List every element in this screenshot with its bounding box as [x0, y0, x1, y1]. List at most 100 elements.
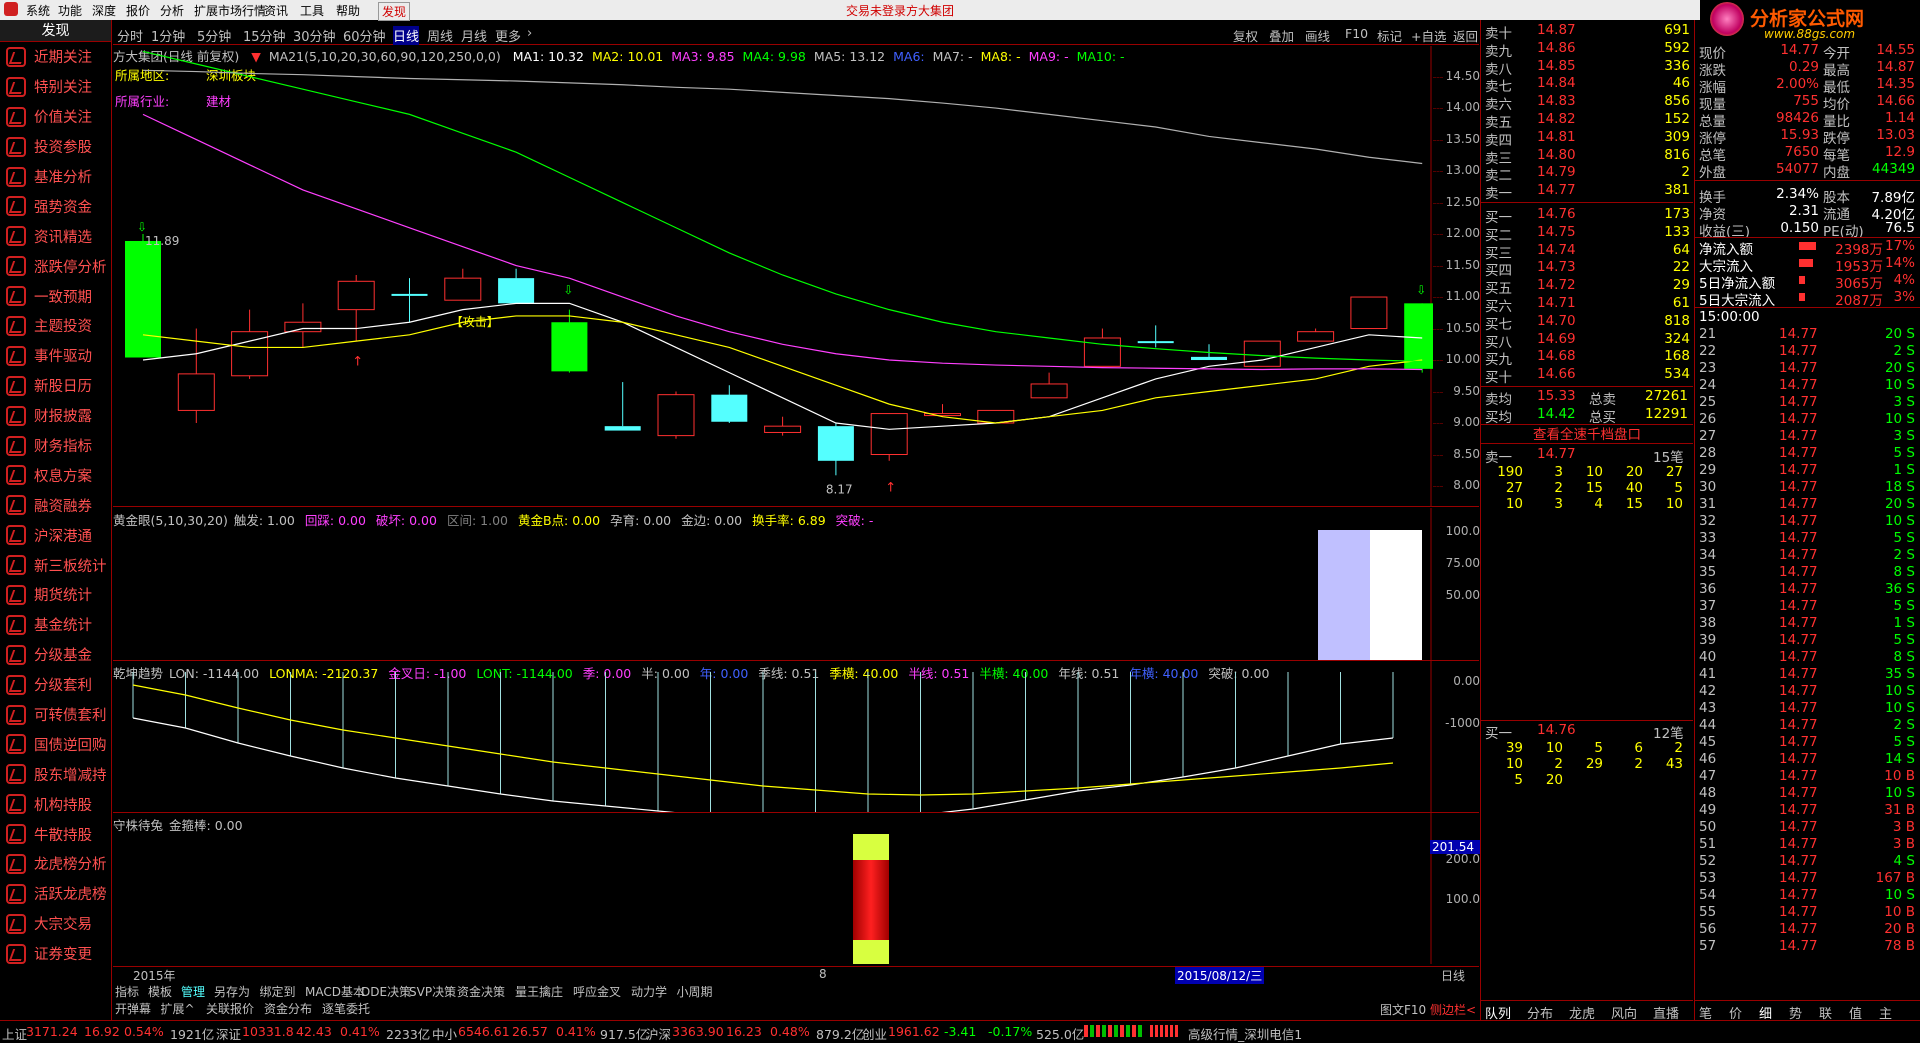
cy-index[interactable]: 1961.62	[888, 1024, 940, 1039]
period-60min[interactable]: 60分钟	[343, 26, 386, 45]
sidebar-item[interactable]: 牛散持股	[0, 819, 111, 849]
ask-row[interactable]: 卖六 14.83 856	[1485, 93, 1690, 113]
ask-row[interactable]: 卖七 14.84 46	[1485, 75, 1690, 95]
indicator-tab[interactable]: 模板	[148, 983, 172, 1000]
full-depth-button[interactable]: 查看全速千档盘口	[1481, 424, 1693, 444]
toolbar-restore-rights[interactable]: 复权	[1233, 26, 1258, 45]
bid-row[interactable]: 买十 14.66 534	[1485, 366, 1690, 386]
sidebar-item[interactable]: 证券变更	[0, 939, 111, 969]
sh-index[interactable]: 3171.24	[26, 1024, 78, 1039]
sidebar-item[interactable]: 新三板统计	[0, 550, 111, 580]
sidebar-item[interactable]: 权息方案	[0, 460, 111, 490]
extra-tab[interactable]: 资金分布	[264, 1000, 312, 1017]
zx-index[interactable]: 6546.61	[458, 1024, 510, 1039]
sidebar-item[interactable]: 分级基金	[0, 640, 111, 670]
period-monthly[interactable]: 月线	[461, 26, 487, 45]
toolbar-f10[interactable]: F10	[1345, 26, 1368, 41]
ask-row[interactable]: 卖五 14.82 152	[1485, 111, 1690, 131]
bid-row[interactable]: 买二 14.75 133	[1485, 224, 1690, 244]
indicator-tab[interactable]: 呼应金叉	[573, 983, 621, 1000]
sidebar-toggle-tab[interactable]: 侧边栏<	[1430, 1001, 1476, 1018]
ask-row[interactable]: 卖三 14.80 816	[1485, 147, 1690, 167]
extra-tab[interactable]: 逐笔委托	[322, 1000, 370, 1017]
menu-function[interactable]: 功能	[58, 2, 82, 19]
menu-ext-market[interactable]: 扩展市场行情	[194, 2, 266, 19]
sidebar-item[interactable]: 财报披露	[0, 401, 111, 431]
sidebar-item[interactable]: 强势资金	[0, 191, 111, 221]
server-name[interactable]: 高级行情_深圳电信1	[1188, 1024, 1302, 1043]
sidebar-item[interactable]: 主题投资	[0, 311, 111, 341]
chevron-right-icon[interactable]: ›	[527, 26, 532, 41]
sidebar-item[interactable]: 股东增减持	[0, 759, 111, 789]
sidebar-item[interactable]: 机构持股	[0, 789, 111, 819]
ask-row[interactable]: 卖四 14.81 309	[1485, 129, 1690, 149]
sidebar-item[interactable]: 一致预期	[0, 281, 111, 311]
indicator-tab[interactable]: 小周期	[677, 983, 713, 1000]
ask-row[interactable]: 卖九 14.86 592	[1485, 40, 1690, 60]
bid-row[interactable]: 买六 14.71 61	[1485, 295, 1690, 315]
sz-index[interactable]: 10331.8	[242, 1024, 294, 1039]
menu-depth[interactable]: 深度	[92, 2, 116, 19]
menu-system[interactable]: 系统	[26, 2, 50, 19]
menu-discover[interactable]: 发现	[378, 2, 411, 21]
ind3-chart[interactable]	[113, 812, 1433, 964]
ind1-chart[interactable]	[113, 508, 1433, 660]
sidebar-item[interactable]: 新股日历	[0, 371, 111, 401]
indicator-tab[interactable]: 量王擒庄	[515, 983, 563, 1000]
sidebar-item[interactable]: 融资融券	[0, 490, 111, 520]
period-tick[interactable]: 分时	[117, 26, 143, 45]
sidebar-item[interactable]: 期货统计	[0, 580, 111, 610]
menu-quote[interactable]: 报价	[126, 2, 150, 19]
menu-news[interactable]: 资讯	[264, 2, 288, 19]
sidebar-item[interactable]: 沪深港通	[0, 520, 111, 550]
bid-row[interactable]: 买五 14.72 29	[1485, 277, 1690, 297]
sidebar-item[interactable]: 国债逆回购	[0, 729, 111, 759]
sidebar-item[interactable]: 活跃龙虎榜	[0, 879, 111, 909]
indicator-tab[interactable]: MACD基本	[305, 983, 365, 1000]
sidebar-item[interactable]: 涨跌停分析	[0, 251, 111, 281]
menu-help[interactable]: 帮助	[336, 2, 360, 19]
toolbar-mark[interactable]: 标记	[1377, 26, 1402, 45]
sidebar-item[interactable]: 分级套利	[0, 670, 111, 700]
indicator-tab[interactable]: 绑定到	[260, 983, 296, 1000]
sidebar-item[interactable]: 事件驱动	[0, 341, 111, 371]
extra-tab[interactable]: 扩展^	[161, 1000, 195, 1017]
indicator-tab[interactable]: 管理	[181, 983, 205, 1000]
period-daily[interactable]: 日线	[393, 26, 420, 45]
sidebar-item[interactable]: 资讯精选	[0, 221, 111, 251]
period-weekly[interactable]: 周线	[427, 26, 453, 45]
bid-row[interactable]: 买七 14.70 818	[1485, 313, 1690, 333]
extra-tab[interactable]: 关联报价	[206, 1000, 254, 1017]
indicator-tab[interactable]: 动力学	[631, 983, 667, 1000]
sidebar-item[interactable]: 龙虎榜分析	[0, 849, 111, 879]
period-more[interactable]: 更多	[495, 26, 521, 45]
toolbar-overlay[interactable]: 叠加	[1269, 26, 1294, 45]
indicator-tab[interactable]: SVP决策	[409, 983, 456, 1000]
indicator-tab[interactable]: 指标	[115, 983, 139, 1000]
bid-row[interactable]: 买三 14.74 64	[1485, 242, 1690, 262]
sidebar-item[interactable]: 特别关注	[0, 72, 111, 102]
bid-row[interactable]: 买一 14.76 173	[1485, 206, 1690, 226]
bid-row[interactable]: 买九 14.68 168	[1485, 348, 1690, 368]
bid-row[interactable]: 买八 14.69 324	[1485, 331, 1690, 351]
ind2-chart[interactable]	[113, 660, 1433, 812]
sidebar-item[interactable]: 大宗交易	[0, 909, 111, 939]
toolbar-back[interactable]: 返回	[1453, 26, 1478, 45]
period-1min[interactable]: 1分钟	[151, 26, 185, 45]
bid-row[interactable]: 买四 14.73 22	[1485, 259, 1690, 279]
login-notice[interactable]: 交易未登录	[846, 2, 906, 19]
toolbar-add-watchlist[interactable]: +自选	[1411, 26, 1446, 45]
menu-analysis[interactable]: 分析	[160, 2, 184, 19]
sidebar-item[interactable]: 近期关注	[0, 42, 111, 72]
ask-row[interactable]: 卖一 14.77 381	[1485, 182, 1690, 202]
menu-tools[interactable]: 工具	[300, 2, 324, 19]
ask-row[interactable]: 卖十 14.87 691	[1485, 22, 1690, 42]
text-f10-tab[interactable]: 图文F10	[1380, 1001, 1426, 1018]
period-30min[interactable]: 30分钟	[293, 26, 336, 45]
period-5min[interactable]: 5分钟	[197, 26, 231, 45]
extra-tab[interactable]: 开弹幕	[115, 1000, 151, 1017]
sidebar-item[interactable]: 价值关注	[0, 102, 111, 132]
ask-row[interactable]: 卖八 14.85 336	[1485, 58, 1690, 78]
hs-index[interactable]: 3363.90	[672, 1024, 724, 1039]
indicator-tab[interactable]: 另存为	[214, 983, 250, 1000]
